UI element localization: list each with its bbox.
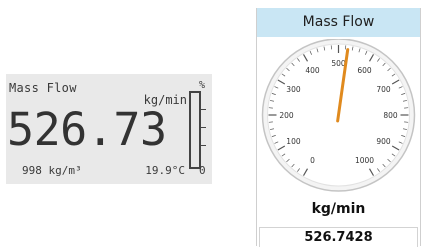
gauge-scale-label: 900 (376, 137, 391, 146)
gauge-scale-label: 600 (357, 66, 372, 75)
gauge-scale-label: 100 (286, 137, 301, 146)
gauge-readout: 526.7428 (259, 227, 418, 247)
lcd-bar-graph (189, 91, 201, 169)
lcd-display-panel: Mass Flow kg/min 526.73 998 kg/m³ 19.9°C… (6, 74, 212, 184)
bar-tick (201, 109, 206, 110)
bar-tick (201, 127, 206, 128)
lcd-title: Mass Flow (9, 81, 77, 95)
lcd-value: 526.73 (7, 106, 167, 154)
gauge-scale-label: 400 (305, 66, 320, 75)
analog-gauge: 0 100 200 300 400 500 600 700 800 900 1000 (257, 39, 420, 199)
gauge-scale-label: 800 (383, 111, 398, 120)
gauge-scale-label: 0 (310, 156, 315, 165)
lcd-bar-zero-label: 0 (199, 164, 206, 177)
gauge-scale-label: 300 (286, 85, 301, 94)
lcd-density: 998 kg/m³ (22, 164, 82, 177)
gauge-scale-label: 500 (331, 59, 346, 68)
gauge-scale-label: 700 (376, 85, 391, 94)
bar-tick (201, 145, 206, 146)
gauge-scale-label: 200 (279, 111, 294, 120)
gauge-scale-label: 1000 (355, 156, 374, 165)
lcd-temperature: 19.9°C (145, 164, 185, 177)
gauge-panel: Mass Flow 0 100 200 300 400 500 600 700 800 900 10… (256, 8, 421, 246)
gauge-title: Mass Flow (257, 8, 420, 37)
lcd-bar-percent-label: % (199, 80, 205, 91)
gauge-unit: kg/min (257, 201, 420, 217)
